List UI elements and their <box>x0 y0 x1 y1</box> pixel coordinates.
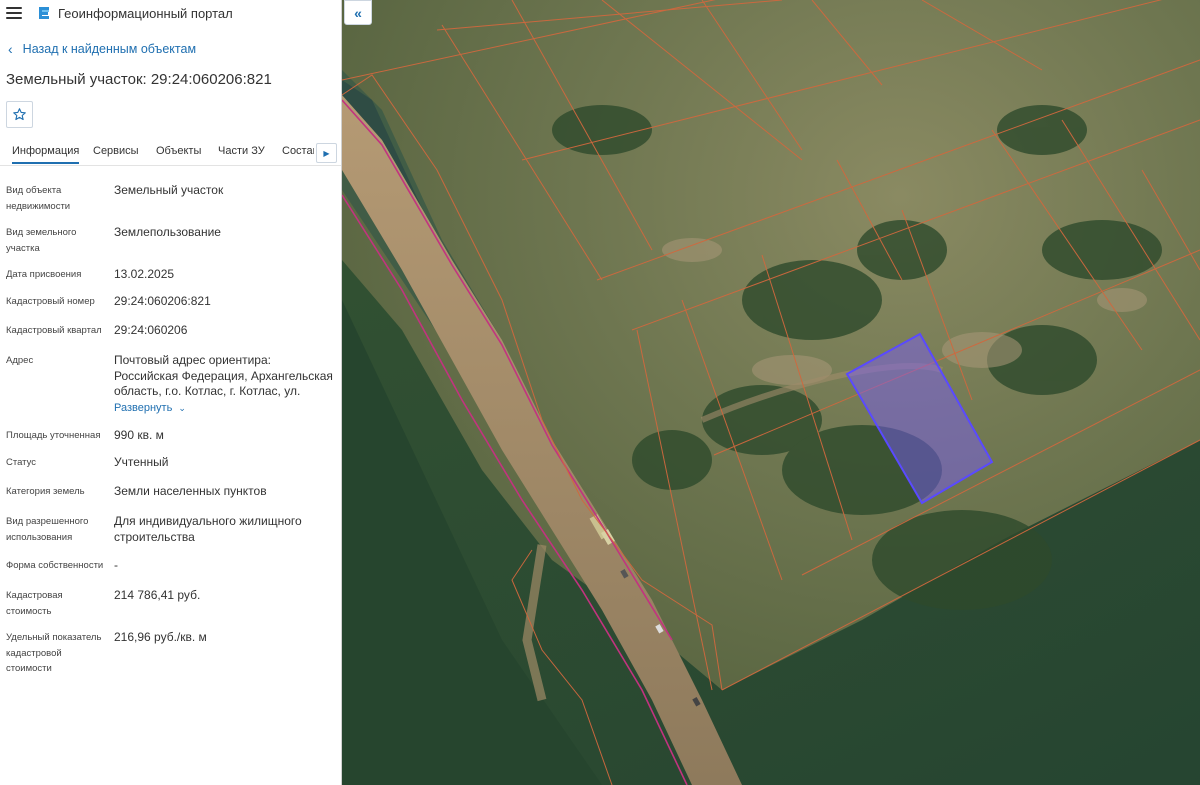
property-value: 13.02.2025 <box>114 267 175 281</box>
property-label: Статус <box>6 457 37 468</box>
expand-label: Развернуть <box>114 401 173 414</box>
property-value: 29:24:060206 <box>114 323 188 337</box>
property-label: Кадастровый квартал <box>6 325 102 336</box>
map-canvas[interactable] <box>342 0 1200 785</box>
chevron-left-icon: ‹ <box>8 41 13 57</box>
tab-parcel-parts[interactable]: Части ЗУ <box>218 145 265 157</box>
back-link-label: Назад к найденным объектам <box>22 42 197 56</box>
tabs-scroll-right-button[interactable]: ▶ <box>316 143 337 163</box>
property-value: Почтовый адрес ориентира: Российская Фед… <box>114 353 333 398</box>
property-label: Кадастровая стоимость <box>6 590 63 617</box>
hamburger-icon[interactable] <box>6 7 22 19</box>
property-label: Адрес <box>6 355 34 366</box>
property-label: Вид земельного участка <box>6 227 77 254</box>
property-label: Форма собственности <box>6 560 104 571</box>
tab-services[interactable]: Сервисы <box>93 145 139 157</box>
property-label: Площадь уточненная <box>6 430 101 441</box>
property-value: 29:24:060206:821 <box>114 294 211 308</box>
satellite-map[interactable] <box>342 0 1200 785</box>
app-header: Геоинформационный портал <box>0 0 341 26</box>
double-chevron-left-icon: « <box>354 4 362 21</box>
property-label: Дата присвоения <box>6 269 82 280</box>
property-value: Земли населенных пунктов <box>114 484 267 498</box>
back-to-results-link[interactable]: ‹ Назад к найденным объектам <box>8 42 196 56</box>
property-value: 216,96 руб./кв. м <box>114 630 207 644</box>
property-value: 990 кв. м <box>114 428 164 442</box>
property-label: Категория земель <box>6 486 85 497</box>
property-value: - <box>114 558 118 572</box>
property-value: Земельный участок <box>114 183 224 197</box>
property-value: Для индивидуального жилищного строительс… <box>114 514 302 544</box>
chevron-down-icon: ⌄ <box>178 402 186 413</box>
address-block: Почтовый адрес ориентира: Российская Фед… <box>114 353 338 416</box>
property-label: Кадастровый номер <box>6 296 95 307</box>
expand-address-link[interactable]: Развернуть ⌄ <box>114 401 186 417</box>
portal-logo-icon <box>39 7 49 19</box>
star-outline-icon <box>13 108 26 121</box>
property-label: Вид объекта недвижимости <box>6 185 71 212</box>
property-value: 214 786,41 руб. <box>114 588 201 602</box>
triangle-right-icon: ▶ <box>323 148 330 158</box>
property-label: Удельный показатель кадастровой стоимост… <box>6 632 102 674</box>
page-title: Земельный участок: 29:24:060206:821 <box>6 71 272 88</box>
tab-bar: Информация Сервисы Объекты Части ЗУ Сост… <box>0 141 341 166</box>
property-label: Вид разрешенного использования <box>6 516 89 543</box>
tab-info[interactable]: Информация <box>12 145 80 164</box>
property-value: Учтенный <box>114 455 169 469</box>
app-title: Геоинформационный портал <box>58 5 233 21</box>
favorite-button[interactable] <box>6 101 33 128</box>
info-sidebar: Геоинформационный портал ‹ Назад к найде… <box>0 0 342 785</box>
tab-objects[interactable]: Объекты <box>156 145 201 157</box>
tab-composition[interactable]: Состав <box>282 145 314 157</box>
collapse-sidebar-button[interactable]: « <box>344 0 372 25</box>
property-value: Землепользование <box>114 225 221 239</box>
